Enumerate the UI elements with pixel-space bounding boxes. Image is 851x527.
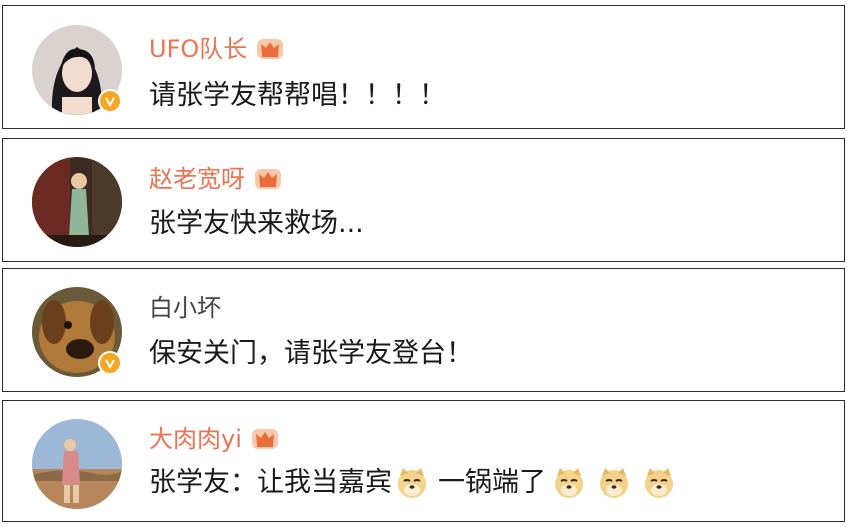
username[interactable]: 白小坏	[149, 293, 221, 323]
username[interactable]: UFO队长	[149, 34, 285, 64]
comment-text: 保安关门，请张学友登台！	[149, 337, 473, 371]
username-text: 白小坏	[149, 294, 221, 322]
comment-text-content: 张学友：让我当嘉宾	[149, 467, 392, 498]
comment-card: UFO队长 请张学友帮帮唱！！！！	[2, 5, 845, 129]
user-avatar-image	[32, 419, 122, 509]
username[interactable]: 赵老宽呀	[149, 164, 283, 194]
comment-text-content: 一锅端了	[438, 467, 546, 498]
comment-text: 张学友：让我当嘉宾 一锅端了	[149, 466, 679, 500]
avatar[interactable]	[32, 25, 122, 115]
crown-icon	[250, 427, 280, 451]
username[interactable]: 大肉肉yi	[149, 424, 280, 454]
verified-v-icon	[98, 89, 122, 113]
comment-text: 张学友快来救场...	[149, 207, 364, 241]
avatar[interactable]	[32, 157, 122, 247]
comment-text-content: 保安关门，请张学友登台！	[149, 338, 473, 369]
comment-card: 赵老宽呀 张学友快来救场...	[2, 138, 845, 262]
comment-card: 大肉肉yi 张学友：让我当嘉宾 一锅端了	[2, 400, 845, 522]
crown-icon	[253, 167, 283, 191]
avatar[interactable]	[32, 419, 122, 509]
verified-v-icon	[98, 351, 122, 375]
comment-text-content: 张学友快来救场...	[149, 208, 364, 239]
user-avatar-image	[32, 157, 122, 247]
username-text: UFO队长	[149, 35, 248, 63]
comment-text: 请张学友帮帮唱！！！！	[149, 79, 446, 113]
doge-emoji-icon	[395, 466, 429, 500]
doge-emoji-icon	[597, 466, 631, 500]
username-text: 大肉肉yi	[149, 425, 242, 453]
username-text: 赵老宽呀	[149, 165, 245, 193]
comment-card: 白小坏 保安关门，请张学友登台！	[2, 268, 845, 392]
comment-text-content: 请张学友帮帮唱！！！！	[149, 80, 446, 111]
doge-emoji-icon	[642, 466, 676, 500]
doge-emoji-icon	[552, 466, 586, 500]
avatar[interactable]	[32, 287, 122, 377]
crown-icon	[255, 37, 285, 61]
